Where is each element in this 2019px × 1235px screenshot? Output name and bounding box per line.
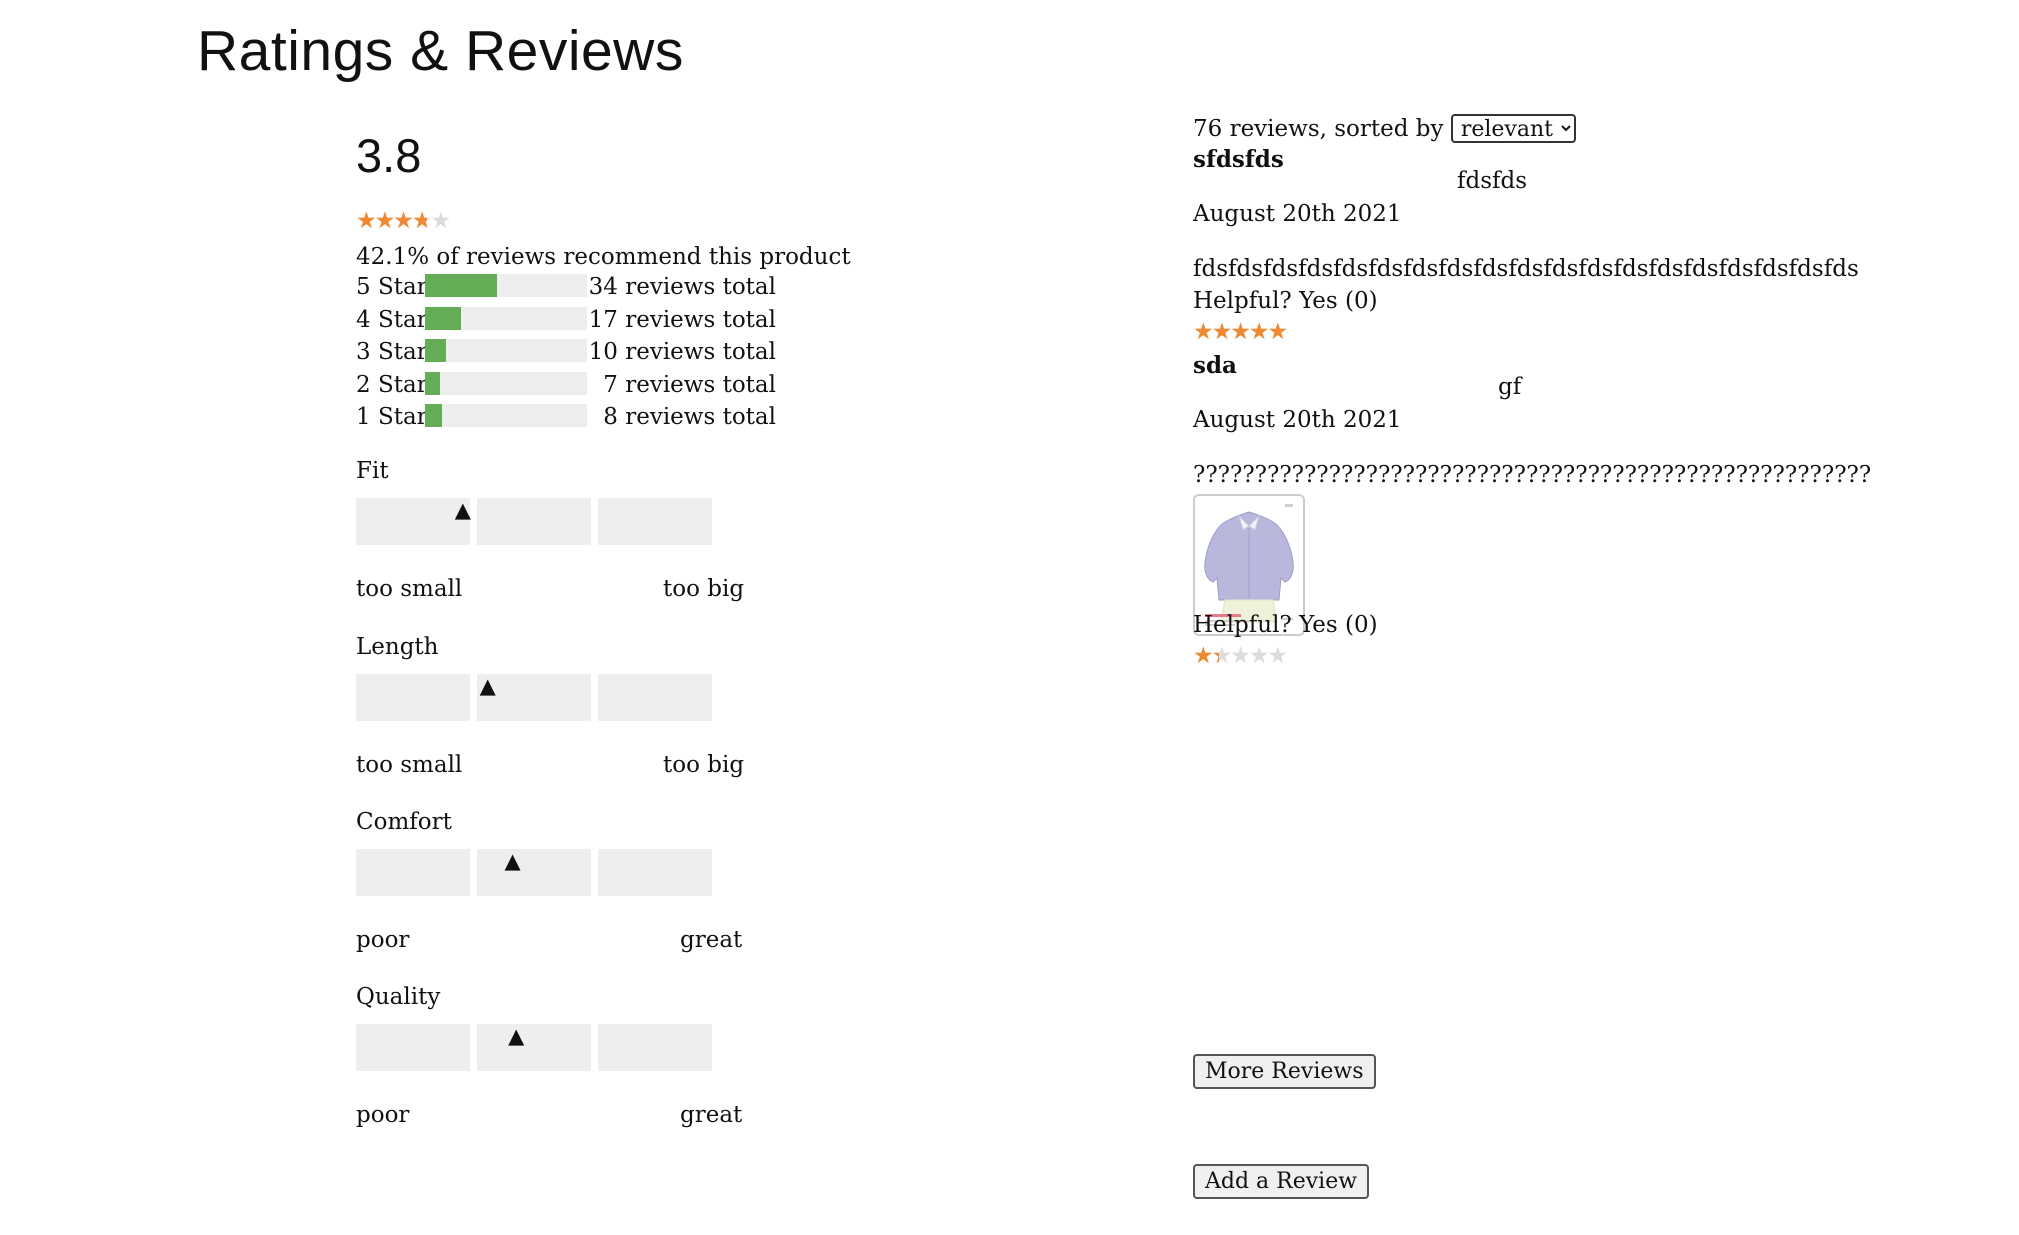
review-star-rating: ★★★★★★★★★★	[1193, 645, 1288, 668]
characteristic-length: Length ▲ too small too big	[356, 634, 776, 804]
star-icon: ★★★★★	[1193, 321, 1287, 344]
characteristic-name: Quality	[356, 984, 441, 1010]
star-bar-track	[425, 274, 587, 297]
star-bar-fill	[425, 339, 447, 362]
star-filter-5[interactable]: 5 Stars 34 reviews total	[356, 274, 776, 307]
review-date: August 20th 2021	[1193, 201, 1402, 227]
characteristic-quality: Quality ▲ poor great	[356, 984, 776, 1154]
sort-bar: 76 reviews, sorted by relevant	[1193, 114, 1576, 143]
review-date: August 20th 2021	[1193, 407, 1402, 433]
reviews-list-panel: 76 reviews, sorted by relevant sfdsfds f…	[1193, 0, 1913, 1235]
scale-high-label: too big	[663, 752, 745, 778]
star-bar-track	[425, 371, 587, 395]
sort-select[interactable]: relevant	[1450, 114, 1576, 143]
scale-segment	[598, 674, 712, 721]
characteristic-comfort: Comfort ▲ poor great	[356, 809, 776, 979]
star-breakdown: 5 Stars 34 reviews total 4 Stars 17 revi…	[356, 274, 776, 437]
star-bar-track	[425, 339, 587, 362]
star-count: 7 reviews total	[603, 371, 776, 398]
star-filter-1[interactable]: 1 Stars 8 reviews total	[356, 404, 776, 437]
scale-segment	[356, 498, 470, 545]
scale-segment	[356, 674, 470, 721]
average-rating: 3.8	[356, 129, 422, 182]
star-count: 17 reviews total	[588, 306, 776, 333]
characteristic-name: Length	[356, 634, 439, 660]
star-bar-track	[425, 306, 587, 330]
scale-segment	[477, 1024, 591, 1071]
star-bar-fill	[425, 404, 442, 427]
scale-segment	[356, 1024, 470, 1071]
review-count-label: 76 reviews, sorted by	[1193, 116, 1444, 142]
triangle-up-icon: ▲	[479, 674, 496, 698]
triangle-up-icon: ▲	[454, 498, 471, 522]
review-username: sda	[1193, 352, 1237, 379]
average-star-rating: ★★★★★★★★★★	[356, 210, 451, 233]
characteristic-name: Fit	[356, 458, 389, 484]
star-count: 8 reviews total	[603, 404, 776, 430]
characteristic-scale: ▲	[356, 674, 712, 721]
scale-low-label: too small	[356, 576, 463, 602]
star-bar-fill	[425, 371, 440, 395]
scale-high-label: too big	[663, 576, 745, 602]
scale-low-label: too small	[356, 752, 463, 778]
star-filter-3[interactable]: 3 Stars 10 reviews total	[356, 339, 776, 372]
characteristic-scale: ▲	[356, 1024, 712, 1071]
star-icon: ★★★★★	[356, 210, 427, 233]
star-icon: ★★★★★	[1193, 645, 1219, 668]
characteristic-fit: Fit ▲ too small too big	[356, 458, 776, 628]
ratings-breakdown-panel: 3.8 ★★★★★★★★★★ 42.1% of reviews recommen…	[356, 0, 876, 1235]
scale-segment	[598, 849, 712, 896]
recommend-percentage: 42.1% of reviews recommend this product	[356, 244, 851, 270]
more-reviews-button[interactable]: More Reviews	[1193, 1054, 1376, 1089]
helpful-link[interactable]: Helpful? Yes (0)	[1193, 288, 1378, 314]
scale-segment	[356, 849, 470, 896]
review-body: fdsfdsfdsfdsfdsfdsfdsfdsfdsfdsfdsfdsfdsf…	[1193, 256, 1859, 282]
scale-low-label: poor	[356, 1102, 410, 1128]
star-bar-track	[425, 404, 587, 427]
scale-high-label: great	[680, 1102, 743, 1128]
star-bar-fill	[425, 306, 462, 330]
review-username: sfdsfds	[1193, 146, 1284, 173]
review-summary: gf	[1498, 374, 1522, 400]
helpful-link[interactable]: Helpful? Yes (0)	[1193, 612, 1378, 638]
triangle-up-icon: ▲	[508, 1024, 525, 1048]
star-count: 34 reviews total	[588, 274, 776, 300]
characteristic-scale: ▲	[356, 849, 712, 896]
scale-segment	[477, 849, 591, 896]
characteristic-name: Comfort	[356, 809, 452, 835]
review-tile: sda gf August 20th 2021 ????????????????…	[1193, 352, 1913, 702]
scale-high-label: great	[680, 927, 743, 953]
star-filter-2[interactable]: 2 Stars 7 reviews total	[356, 371, 776, 405]
scale-segment	[598, 1024, 712, 1071]
characteristic-scale: ▲	[356, 498, 712, 545]
star-count: 10 reviews total	[588, 339, 776, 365]
review-tile: sfdsfds fdsfds August 20th 2021 fdsfdsfd…	[1193, 146, 1913, 356]
review-summary: fdsfds	[1457, 168, 1528, 194]
star-filter-4[interactable]: 4 Stars 17 reviews total	[356, 306, 776, 340]
scale-segment	[598, 498, 712, 545]
scale-segment	[477, 498, 591, 545]
star-bar-fill	[425, 274, 498, 297]
scale-low-label: poor	[356, 927, 410, 953]
triangle-up-icon: ▲	[504, 849, 521, 873]
add-review-button[interactable]: Add a Review	[1193, 1164, 1370, 1199]
review-body: ????????????????????????????????????????…	[1193, 462, 1872, 488]
review-star-rating: ★★★★★★★★★★	[1193, 321, 1288, 344]
